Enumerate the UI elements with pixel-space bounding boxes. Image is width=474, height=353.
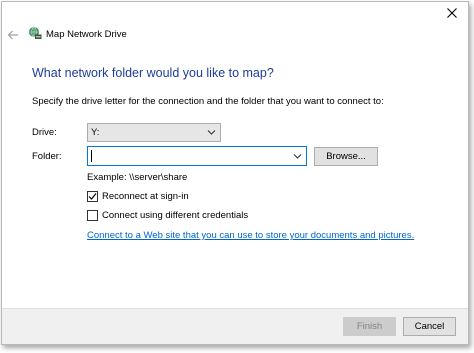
folder-label: Folder:: [32, 151, 62, 162]
reconnect-checkbox[interactable]: [87, 191, 98, 202]
drive-value: Y:: [91, 127, 100, 138]
close-icon: [447, 8, 457, 18]
cancel-button[interactable]: Cancel: [403, 317, 456, 336]
browse-button[interactable]: Browse...: [314, 147, 378, 166]
map-network-drive-dialog: Map Network Drive What network folder wo…: [1, 1, 469, 345]
network-drive-icon: [29, 26, 42, 39]
web-site-link[interactable]: Connect to a Web site that you can use t…: [87, 230, 414, 241]
dialog-footer: Finish Cancel: [2, 308, 468, 344]
instruction-text: Specify the drive letter for the connect…: [32, 96, 384, 107]
credentials-checkbox-row[interactable]: Connect using different credentials: [87, 210, 248, 221]
example-text: Example: \\server\share: [87, 172, 188, 183]
checkmark-icon: [88, 193, 97, 200]
text-caret: [91, 150, 92, 162]
credentials-label: Connect using different credentials: [102, 210, 249, 221]
close-button[interactable]: [436, 2, 468, 24]
drive-label: Drive:: [32, 127, 57, 138]
reconnect-checkbox-row[interactable]: Reconnect at sign-in: [87, 191, 189, 202]
back-arrow-icon[interactable]: [6, 28, 20, 42]
finish-button[interactable]: Finish: [343, 317, 396, 336]
folder-input[interactable]: [87, 146, 307, 166]
wizard-title: Map Network Drive: [46, 29, 127, 40]
chevron-down-icon: [207, 130, 216, 135]
page-heading: What network folder would you like to ma…: [32, 66, 274, 80]
drive-select[interactable]: Y:: [87, 123, 221, 142]
reconnect-label: Reconnect at sign-in: [102, 191, 189, 202]
credentials-checkbox[interactable]: [87, 210, 98, 221]
chevron-down-icon[interactable]: [293, 153, 302, 160]
title-bar: [2, 2, 468, 26]
